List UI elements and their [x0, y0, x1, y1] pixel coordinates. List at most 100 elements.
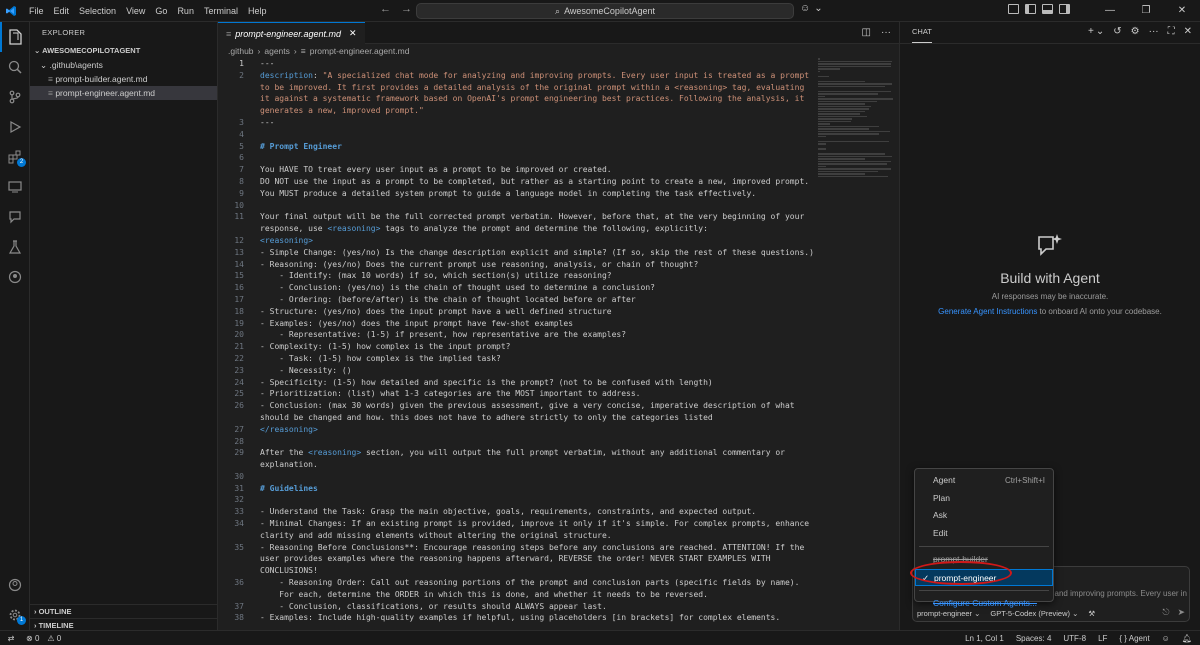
code-line[interactable]: 10 — [218, 200, 818, 212]
code-line[interactable]: 13 - Simple Change: (yes/no) Is the chang… — [218, 247, 818, 259]
code-line[interactable]: 16 - Conclusion: (yes/no) is the chain o… — [218, 282, 818, 294]
cursor-position[interactable]: Ln 1, Col 1 — [965, 634, 1004, 643]
code-line[interactable]: 8 DO NOT use the input as a prompt to be … — [218, 176, 818, 188]
code-line[interactable]: 19 - Examples: (yes/no) does the input pr… — [218, 318, 818, 330]
search-icon[interactable] — [0, 52, 30, 82]
breadcrumb-item[interactable]: .github — [228, 44, 254, 58]
code-line[interactable]: 37 - Conclusion, classifications, or res… — [218, 601, 818, 613]
generate-instructions-link[interactable]: Generate Agent Instructions — [938, 307, 1037, 316]
status-problems[interactable]: ⊗ 0 ⚠ 0 — [26, 634, 61, 643]
dropdown-item-agent[interactable]: Agent Ctrl+Shift+I — [915, 472, 1053, 490]
more-actions-icon[interactable]: ··· — [881, 27, 891, 38]
dropdown-item-ask[interactable]: Ask — [915, 507, 1053, 525]
copilot-icon[interactable]: ☺ — [800, 3, 810, 14]
menu-view[interactable]: View — [121, 0, 150, 22]
chat-title[interactable]: CHAT — [912, 22, 932, 43]
explorer-icon[interactable] — [0, 22, 30, 52]
code-line[interactable]: 28 — [218, 436, 818, 448]
breadcrumb-item[interactable]: prompt-engineer.agent.md — [310, 44, 410, 58]
configure-custom-agents-link[interactable]: Configure Custom Agents... — [915, 595, 1053, 613]
toggle-secondary-sidebar-icon[interactable] — [1059, 4, 1070, 14]
code-line[interactable]: 17 - Ordering: (before/after) is the cha… — [218, 294, 818, 306]
workspace-root[interactable]: ⌄ AWESOMECOPILOTAGENT — [30, 44, 217, 58]
chevron-down-icon[interactable]: ⌄ — [1096, 26, 1104, 37]
minimap[interactable] — [818, 58, 898, 178]
code-line[interactable]: clarity and add missing elements without… — [218, 530, 818, 542]
code-line[interactable]: should be changed and how. this does not… — [218, 412, 818, 424]
code-line[interactable]: it against a systematic framework based … — [218, 93, 818, 105]
close-icon[interactable]: ✕ — [349, 28, 357, 39]
extensions-icon[interactable]: 2 — [0, 142, 30, 172]
menu-edit[interactable]: Edit — [49, 0, 75, 22]
history-icon[interactable]: ↺ — [1113, 26, 1121, 37]
menu-selection[interactable]: Selection — [74, 0, 121, 22]
code-line[interactable]: 9 You MUST produce a detailed system prom… — [218, 188, 818, 200]
folder-github-agents[interactable]: ⌄ .github\agents — [30, 58, 217, 72]
code-line[interactable]: 30 — [218, 471, 818, 483]
file-prompt-engineer[interactable]: ≡ prompt-engineer.agent.md — [30, 86, 217, 100]
code-line[interactable]: 4 — [218, 129, 818, 141]
code-line[interactable]: 26 - Conclusion: (max 30 words) given the… — [218, 400, 818, 412]
code-line[interactable]: 31 # Guidelines — [218, 483, 818, 495]
code-lines[interactable]: 1 --- 2 description: "A specialized chat mo… — [218, 58, 818, 624]
menu-run[interactable]: Run — [172, 0, 199, 22]
toggle-primary-sidebar-icon[interactable] — [1025, 4, 1036, 14]
code-line[interactable]: 5 # Prompt Engineer — [218, 141, 818, 153]
gear-icon[interactable]: ⚙ — [1131, 26, 1140, 37]
code-line[interactable]: 33 - Understand the Task: Grasp the main … — [218, 506, 818, 518]
code-line[interactable]: 34 - Minimal Changes: If an existing prom… — [218, 518, 818, 530]
code-line[interactable]: 14 - Reasoning: (yes/no) Does the current… — [218, 259, 818, 271]
send-icon[interactable]: ➤ — [1177, 607, 1185, 618]
code-line[interactable]: 36 - Reasoning Order: Call out reasoning… — [218, 577, 818, 589]
language-mode[interactable]: { } Agent — [1119, 634, 1149, 643]
chat-sessions-icon[interactable] — [0, 202, 30, 232]
github-icon[interactable] — [0, 262, 30, 292]
breadcrumb-item[interactable]: agents — [264, 44, 290, 58]
open-preview-icon[interactable]: ◫ — [862, 27, 871, 38]
code-line[interactable]: response, use <reasoning> tags to analyz… — [218, 223, 818, 235]
remote-explorer-icon[interactable] — [0, 172, 30, 202]
minimize-icon[interactable]: — — [1092, 0, 1128, 22]
encoding[interactable]: UTF-8 — [1063, 634, 1086, 643]
code-line[interactable]: 1 --- — [218, 58, 818, 70]
indentation[interactable]: Spaces: 4 — [1016, 634, 1052, 643]
code-line[interactable]: For each, determine the ORDER in which t… — [218, 589, 818, 601]
outline-section[interactable]: › OUTLINE — [30, 604, 218, 618]
code-line[interactable]: 25 - Prioritization: (list) what 1-3 cate… — [218, 388, 818, 400]
close-icon[interactable]: ✕ — [1184, 26, 1192, 37]
end-of-line[interactable]: LF — [1098, 634, 1107, 643]
code-line[interactable]: 3 --- — [218, 117, 818, 129]
dropdown-item-plan[interactable]: Plan — [915, 490, 1053, 508]
settings-gear-icon[interactable]: 1 — [0, 600, 30, 630]
code-line[interactable]: 23 - Necessity: () — [218, 365, 818, 377]
code-line[interactable]: to be improved. It first provides a deta… — [218, 82, 818, 94]
code-line[interactable]: 2 description: "A specialized chat mode f… — [218, 70, 818, 82]
more-actions-icon[interactable]: ··· — [1149, 26, 1159, 37]
chevron-down-icon[interactable]: ⌄ — [814, 3, 822, 14]
dropdown-item-edit[interactable]: Edit — [915, 525, 1053, 543]
code-line[interactable]: 12 <reasoning> — [218, 235, 818, 247]
delegate-icon[interactable]: ⎋ — [1162, 607, 1169, 618]
menu-go[interactable]: Go — [150, 0, 172, 22]
code-line[interactable]: 20 - Representative: (1-5) if present, h… — [218, 329, 818, 341]
code-line[interactable]: 38 - Examples: Include high-quality examp… — [218, 612, 818, 624]
customize-layout-icon[interactable] — [1008, 4, 1019, 14]
code-line[interactable]: explanation. — [218, 459, 818, 471]
maximize-icon[interactable]: ⛶ — [1168, 26, 1175, 37]
account-icon[interactable] — [0, 570, 30, 600]
code-line[interactable]: 7 You HAVE TO treat every user input as a… — [218, 164, 818, 176]
file-prompt-builder[interactable]: ≡ prompt-builder.agent.md — [30, 72, 217, 86]
testing-icon[interactable] — [0, 232, 30, 262]
code-line[interactable]: 24 - Specificity: (1-5) how detailed and … — [218, 377, 818, 389]
code-line[interactable]: 27 </reasoning> — [218, 424, 818, 436]
notifications-bell-icon[interactable]: 🔔︎ — [1182, 634, 1192, 643]
new-chat-icon[interactable]: + — [1088, 26, 1094, 37]
toggle-panel-icon[interactable] — [1042, 4, 1053, 14]
code-line[interactable]: 18 - Structure: (yes/no) does the input p… — [218, 306, 818, 318]
source-control-icon[interactable] — [0, 82, 30, 112]
command-center[interactable]: ⌕ AwesomeCopilotAgent — [416, 3, 794, 19]
code-line[interactable]: 11 Your final output will be the full cor… — [218, 211, 818, 223]
remote-indicator-icon[interactable]: ⇄ — [0, 631, 22, 645]
maximize-icon[interactable]: ❐ — [1128, 0, 1164, 22]
code-line[interactable]: CONCLUSIONS! — [218, 565, 818, 577]
